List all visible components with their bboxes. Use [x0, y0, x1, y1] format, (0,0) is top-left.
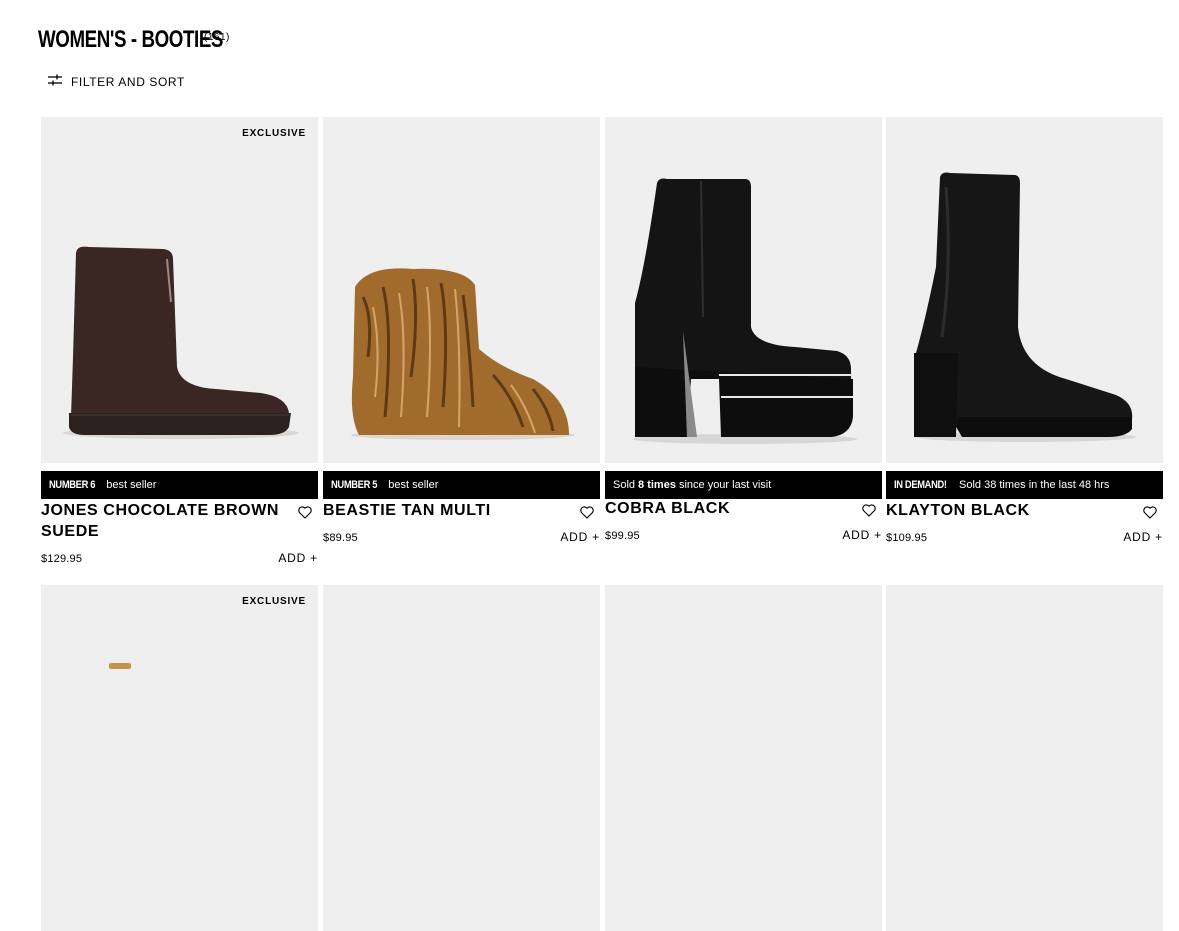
product-card[interactable]	[323, 585, 600, 931]
page-title: WOMEN'S - BOOTIES	[38, 26, 224, 53]
promo-banner: NUMBER 6 best seller	[41, 471, 318, 499]
product-price: $99.95	[605, 530, 640, 542]
product-image[interactable]	[886, 117, 1163, 463]
product-name[interactable]: COBRA BLACK	[605, 498, 845, 519]
add-to-cart-button[interactable]: ADD +	[842, 528, 882, 542]
product-image[interactable]: EXCLUSIVE	[41, 117, 318, 463]
black-platform-boot-image	[633, 178, 857, 444]
product-image[interactable]	[605, 117, 882, 463]
tan-fur-boot-image	[351, 268, 575, 440]
product-name[interactable]: BEASTIE TAN MULTI	[323, 500, 563, 521]
product-card[interactable]	[605, 585, 882, 931]
product-image[interactable]	[323, 117, 600, 463]
product-image[interactable]	[323, 585, 600, 931]
product-image[interactable]: EXCLUSIVE	[41, 585, 318, 931]
promo-banner: IN DEMAND! Sold 38 times in the last 48 …	[886, 471, 1163, 499]
heart-icon[interactable]	[1143, 506, 1157, 524]
product-price: $89.95	[323, 532, 358, 544]
add-to-cart-button[interactable]: ADD +	[560, 530, 600, 544]
heart-icon[interactable]	[580, 506, 594, 524]
add-to-cart-button[interactable]: ADD +	[1123, 530, 1163, 544]
add-to-cart-button[interactable]: ADD +	[278, 551, 318, 565]
promo-text: Sold 38 times in the last 48 hrs	[959, 479, 1110, 491]
promo-post: since your last visit	[678, 479, 772, 491]
heart-icon[interactable]	[862, 504, 876, 522]
product-name[interactable]: JONES CHOCOLATE BROWN SUEDE	[41, 500, 281, 542]
promo-lead: NUMBER 6	[49, 479, 96, 491]
promo-pre: Sold	[613, 479, 636, 491]
promo-text: best seller	[388, 479, 439, 491]
brown-suede-boot-image	[63, 246, 299, 439]
product-card[interactable]	[886, 585, 1163, 931]
promo-bold: 8 times	[638, 479, 676, 491]
product-image[interactable]	[886, 585, 1163, 931]
filter-and-sort-label: FILTER AND SORT	[71, 75, 185, 89]
promo-text: best seller	[106, 479, 157, 491]
product-price: $109.95	[886, 532, 928, 544]
product-card[interactable]: EXCLUSIVE	[41, 585, 318, 931]
heart-icon[interactable]	[298, 506, 312, 524]
product-card[interactable]: NUMBER 5 best seller BEASTIE TAN MULTI $…	[323, 117, 600, 544]
promo-lead: IN DEMAND!	[894, 479, 947, 491]
exclusive-badge: EXCLUSIVE	[242, 128, 306, 139]
product-card[interactable]: EXCLUSIVE NUMBER 6 best seller JONES CHO…	[41, 117, 318, 565]
filter-and-sort-button[interactable]: FILTER AND SORT	[48, 73, 185, 91]
exclusive-badge: EXCLUSIVE	[242, 596, 306, 607]
product-name[interactable]: KLAYTON BLACK	[886, 500, 1126, 521]
product-card[interactable]: Sold 8 times since your last visit COBRA…	[605, 117, 882, 542]
promo-banner: Sold 8 times since your last visit	[605, 471, 882, 499]
promo-lead: NUMBER 5	[331, 479, 378, 491]
page-header: WOMEN'S - BOOTIES (161)	[38, 26, 230, 54]
product-card[interactable]: IN DEMAND! Sold 38 times in the last 48 …	[886, 117, 1163, 544]
black-sock-boot-image	[914, 172, 1136, 442]
sliders-icon	[48, 73, 62, 91]
product-image[interactable]	[605, 585, 882, 931]
promo-banner: NUMBER 5 best seller	[323, 471, 600, 499]
product-price: $129.95	[41, 553, 83, 565]
boot-image	[109, 663, 131, 669]
